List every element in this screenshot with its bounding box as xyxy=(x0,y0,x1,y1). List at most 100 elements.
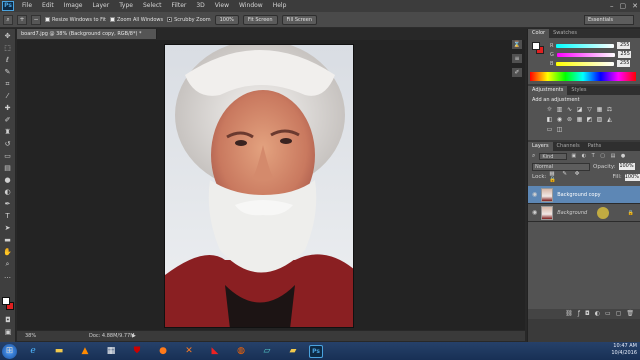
color-spectrum[interactable] xyxy=(530,72,636,81)
minimize-button[interactable]: – xyxy=(610,0,614,12)
brightness-icon[interactable]: ☼ xyxy=(546,106,553,113)
workspace-select[interactable]: Essentials xyxy=(584,15,634,25)
threshold-icon[interactable]: ◭ xyxy=(606,116,613,123)
channel-mixer-icon[interactable]: ⊚ xyxy=(566,116,573,123)
menu-edit[interactable]: Edit xyxy=(37,0,59,12)
new-layer-icon[interactable]: ▢ xyxy=(616,309,622,319)
black-white-icon[interactable]: ◧ xyxy=(546,116,553,123)
clone-stamp-tool-icon[interactable]: ♜ xyxy=(2,127,14,137)
status-arrow-icon[interactable]: ▶ xyxy=(132,331,136,341)
menu-filter[interactable]: Filter xyxy=(167,0,192,12)
quick-mask-icon[interactable]: ◘ xyxy=(2,315,14,325)
zoom-tool-icon[interactable]: ⌕ xyxy=(2,259,14,269)
fill-input[interactable]: 100% xyxy=(624,173,640,181)
close-button[interactable]: ✕ xyxy=(632,0,638,12)
zoom-in-icon[interactable]: + xyxy=(17,14,27,25)
red-slider[interactable] xyxy=(556,43,615,48)
healing-brush-tool-icon[interactable]: ✚ xyxy=(2,103,14,113)
scrubby-zoom-checkbox[interactable]: Scrubby Zoom xyxy=(167,17,211,23)
brush-tool-icon[interactable]: ✐ xyxy=(2,115,14,125)
blur-tool-icon[interactable]: ● xyxy=(2,175,14,185)
tab-styles[interactable]: Styles xyxy=(567,86,590,95)
vlc-icon[interactable]: ▲ xyxy=(75,344,95,359)
brush-panel-icon[interactable]: ✐ xyxy=(512,68,522,77)
blue-slider[interactable] xyxy=(556,61,615,66)
fg-color-chip[interactable] xyxy=(532,42,540,50)
eye-icon[interactable]: ◉ xyxy=(532,209,537,216)
curves-icon[interactable]: ∿ xyxy=(566,106,573,113)
layer-background-copy[interactable]: ◉ Background copy xyxy=(528,186,640,204)
color-balance-icon[interactable]: ⚖ xyxy=(606,106,613,113)
new-group-icon[interactable]: ▭ xyxy=(605,309,611,319)
gradient-map-icon[interactable]: ▭ xyxy=(546,126,553,133)
folder-icon[interactable]: ▰ xyxy=(283,344,303,359)
more-tools-icon[interactable]: … xyxy=(2,271,14,281)
history-panel-icon[interactable]: ⌛ xyxy=(512,40,522,49)
kind-select[interactable]: Kind xyxy=(539,152,568,160)
menu-help[interactable]: Help xyxy=(268,0,292,12)
acrobat-icon[interactable]: ◣ xyxy=(205,344,225,359)
clock-time[interactable]: 10:47 AM xyxy=(611,343,637,350)
canvas-image[interactable] xyxy=(164,44,354,328)
marquee-tool-icon[interactable]: ⬚ xyxy=(2,43,14,53)
tab-adjustments[interactable]: Adjustments xyxy=(528,86,568,95)
xampp-icon[interactable]: ✕ xyxy=(179,344,199,359)
lasso-tool-icon[interactable]: ℓ xyxy=(2,55,14,65)
photo-filter-icon[interactable]: ◉ xyxy=(556,116,563,123)
document-tab[interactable]: board7.jpg @ 38% (Background copy, RGB/8… xyxy=(17,29,157,39)
gradient-tool-icon[interactable]: ▤ xyxy=(2,163,14,173)
screen-mode-icon[interactable]: ▣ xyxy=(2,327,14,337)
fit-screen-button[interactable]: Fit Screen xyxy=(242,14,278,25)
ie-icon[interactable]: ℯ xyxy=(23,344,43,359)
eye-icon[interactable]: ◉ xyxy=(532,191,537,198)
quick-select-tool-icon[interactable]: ✎ xyxy=(2,67,14,77)
photoshop-taskbar-icon[interactable]: Ps xyxy=(309,344,323,358)
pen-tool-icon[interactable]: ✒ xyxy=(2,199,14,209)
new-adjustment-icon[interactable]: ◐ xyxy=(595,309,600,319)
tab-paths[interactable]: Paths xyxy=(584,142,606,151)
filter-icons[interactable]: ▣ ◐ T ▢ ▤ ● xyxy=(571,153,627,159)
green-value[interactable]: 255 xyxy=(617,51,631,58)
tab-color[interactable]: Color xyxy=(528,29,550,38)
zoom-tool-icon[interactable]: ⌕ xyxy=(3,14,13,25)
resize-windows-checkbox[interactable]: Resize Windows to Fit xyxy=(45,17,106,23)
levels-icon[interactable]: ▥ xyxy=(556,106,563,113)
zoom-out-icon[interactable]: − xyxy=(31,14,41,25)
zoom-100-button[interactable]: 100% xyxy=(214,14,239,25)
layer-name[interactable]: Background xyxy=(557,210,587,216)
menu-select[interactable]: Select xyxy=(138,0,167,12)
vibrance-icon[interactable]: ▽ xyxy=(586,106,593,113)
properties-panel-icon[interactable]: ≡ xyxy=(512,54,522,63)
shield-icon[interactable]: ⛊ xyxy=(127,344,147,359)
dodge-tool-icon[interactable]: ◐ xyxy=(2,187,14,197)
clock-date[interactable]: 10/4/2016 xyxy=(611,350,637,357)
explorer-icon[interactable]: ▬ xyxy=(49,344,69,359)
menu-view[interactable]: View xyxy=(210,0,234,12)
exposure-icon[interactable]: ◪ xyxy=(576,106,583,113)
posterize-icon[interactable]: ▨ xyxy=(596,116,603,123)
color-lookup-icon[interactable]: ▦ xyxy=(576,116,583,123)
shape-tool-icon[interactable]: ▬ xyxy=(2,235,14,245)
firefox-icon[interactable]: ● xyxy=(153,344,173,359)
link-layers-icon[interactable]: ⛓ xyxy=(565,309,573,319)
hue-saturation-icon[interactable]: ▦ xyxy=(596,106,603,113)
zoom-all-checkbox[interactable]: Zoom All Windows xyxy=(110,17,163,23)
menu-type[interactable]: Type xyxy=(114,0,138,12)
paint-icon[interactable]: ▱ xyxy=(257,344,277,359)
lock-icons[interactable]: ▦ ✎ ✥ 🔒 xyxy=(549,171,591,183)
menu-layer[interactable]: Layer xyxy=(87,0,114,12)
blue-value[interactable]: 255 xyxy=(617,60,631,67)
foreground-color-swatch[interactable] xyxy=(2,297,10,305)
tab-layers[interactable]: Layers xyxy=(528,142,553,151)
crop-tool-icon[interactable]: ⌗ xyxy=(2,79,14,89)
trash-icon[interactable]: 🗑 xyxy=(626,309,634,319)
green-slider[interactable] xyxy=(556,52,615,57)
menu-image[interactable]: Image xyxy=(59,0,88,12)
fx-icon[interactable]: ƒ xyxy=(578,309,580,319)
layer-name[interactable]: Background copy xyxy=(557,192,600,198)
opacity-input[interactable]: 100% xyxy=(618,163,635,170)
tab-swatches[interactable]: Swatches xyxy=(549,29,581,38)
invert-icon[interactable]: ◩ xyxy=(586,116,593,123)
eyedropper-tool-icon[interactable]: ⁄ xyxy=(2,91,14,101)
start-button[interactable]: ⊞ xyxy=(2,343,17,359)
